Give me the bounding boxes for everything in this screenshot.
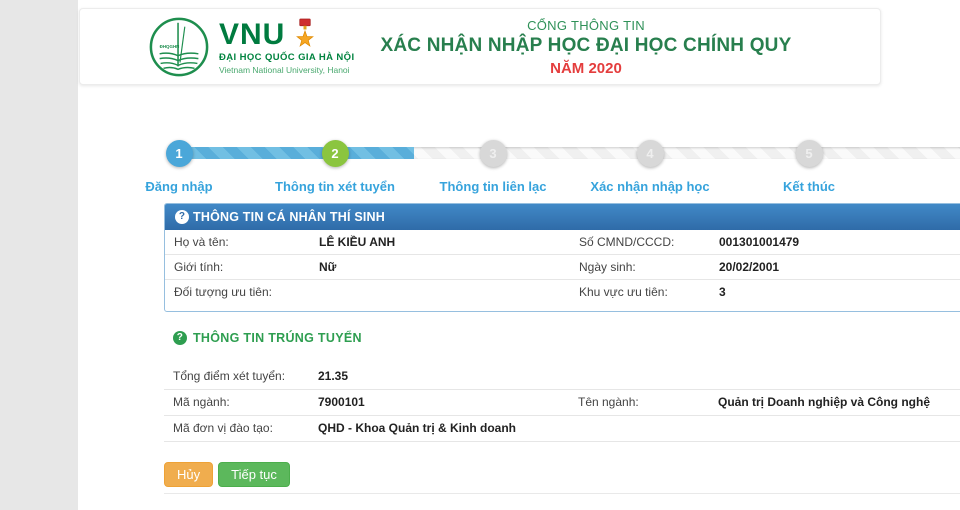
- field-value: 21.35: [318, 369, 578, 383]
- table-row: Giới tính: Nữ Ngày sinh: 20/02/2001: [165, 254, 960, 279]
- field-label: Tên ngành:: [578, 395, 718, 409]
- org-name-vi: ĐẠI HỌC QUỐC GIA HÀ NỘI: [219, 52, 355, 63]
- field-value: Nữ: [319, 260, 579, 274]
- field-label: Mã ngành:: [173, 395, 318, 409]
- footer-divider: [164, 493, 960, 494]
- field-label: Ngày sinh:: [579, 260, 719, 274]
- step-3-circle: 3: [480, 140, 507, 167]
- step-2-circle: 2: [322, 140, 349, 167]
- field-value: 7900101: [318, 395, 578, 409]
- header-banner: ĐHQGHN VNU ĐẠI HỌC QUỐC GIA HÀ NỘI Vietn…: [79, 8, 881, 85]
- vnu-logo: ĐHQGHN VNU ĐẠI HỌC QUỐC GIA HÀ NỘI Vietn…: [148, 16, 355, 78]
- progress-bar-fill: [178, 147, 414, 159]
- vnu-seal-icon: ĐHQGHN: [148, 16, 210, 78]
- field-value: [718, 421, 960, 435]
- field-label: Mã đơn vị đào tạo:: [173, 421, 318, 435]
- question-circle-icon: ?: [175, 210, 189, 224]
- field-value: [718, 369, 960, 383]
- step-5-circle: 5: [796, 140, 823, 167]
- field-value: Quản trị Doanh nghiệp và Công nghệ: [718, 395, 953, 409]
- content-container: ĐHQGHN VNU ĐẠI HỌC QUỐC GIA HÀ NỘI Vietn…: [78, 0, 960, 510]
- field-value: 3: [719, 285, 960, 299]
- table-row: Mã đơn vị đào tạo: QHD - Khoa Quản trị &…: [164, 416, 960, 442]
- question-circle-icon: ?: [173, 331, 187, 345]
- continue-button[interactable]: Tiếp tục: [218, 462, 290, 487]
- step-2-label: Thông tin xét tuyển: [275, 179, 395, 194]
- field-label: [578, 421, 718, 435]
- step-4-label: Xác nhận nhập học: [590, 179, 709, 194]
- field-label: Đối tượng ưu tiên:: [174, 285, 319, 299]
- progress-bar: [178, 147, 960, 159]
- portal-subtitle: CỔNG THÔNG TIN: [380, 18, 792, 33]
- vnu-wordmark: VNU: [219, 20, 285, 50]
- step-1-circle: 1: [166, 140, 193, 167]
- field-label: Giới tính:: [174, 260, 319, 274]
- year-label: NĂM 2020: [380, 60, 792, 77]
- page-title: XÁC NHẬN NHẬP HỌC ĐẠI HỌC CHÍNH QUY: [380, 35, 792, 57]
- admission-info-title: THÔNG TIN TRÚNG TUYỂN: [193, 331, 362, 345]
- admission-info-table: Tổng điểm xét tuyển: 21.35 Mã ngành: 790…: [164, 364, 960, 442]
- table-row: Mã ngành: 7900101 Tên ngành: Quản trị Do…: [164, 390, 960, 416]
- field-value: [319, 285, 579, 299]
- field-label: Khu vực ưu tiên:: [579, 285, 719, 299]
- seal-text: ĐHQGHN: [160, 44, 180, 49]
- medal-star-icon: [293, 18, 317, 50]
- step-1-label: Đăng nhập: [145, 179, 212, 194]
- table-row: Họ và tên: LÊ KIỀU ANH Số CMND/CCCD: 001…: [165, 230, 960, 254]
- field-value: 001301001479: [719, 235, 960, 249]
- org-name-en: Vietnam National University, Hanoi: [219, 65, 355, 75]
- field-label: Họ và tên:: [174, 235, 319, 249]
- field-value: QHD - Khoa Quản trị & Kinh doanh: [318, 421, 523, 435]
- admission-info-header: ? THÔNG TIN TRÚNG TUYỂN: [173, 331, 362, 345]
- table-row: Tổng điểm xét tuyển: 21.35: [164, 364, 960, 390]
- personal-info-panel-header: ? THÔNG TIN CÁ NHÂN THÍ SINH: [165, 204, 960, 230]
- cancel-button[interactable]: Hủy: [164, 462, 213, 487]
- step-5-label: Kết thúc: [783, 179, 835, 194]
- personal-info-panel: ? THÔNG TIN CÁ NHÂN THÍ SINH Họ và tên: …: [164, 203, 960, 312]
- field-label: [578, 369, 718, 383]
- field-value: LÊ KIỀU ANH: [319, 235, 579, 249]
- step-4-circle: 4: [637, 140, 664, 167]
- field-label: Số CMND/CCCD:: [579, 235, 719, 249]
- step-3-label: Thông tin liên lạc: [440, 179, 547, 194]
- field-label: Tổng điểm xét tuyển:: [173, 369, 318, 383]
- personal-info-title: THÔNG TIN CÁ NHÂN THÍ SINH: [193, 210, 385, 224]
- field-value: 20/02/2001: [719, 260, 960, 274]
- table-row: Đối tượng ưu tiên: Khu vực ưu tiên: 3: [165, 279, 960, 304]
